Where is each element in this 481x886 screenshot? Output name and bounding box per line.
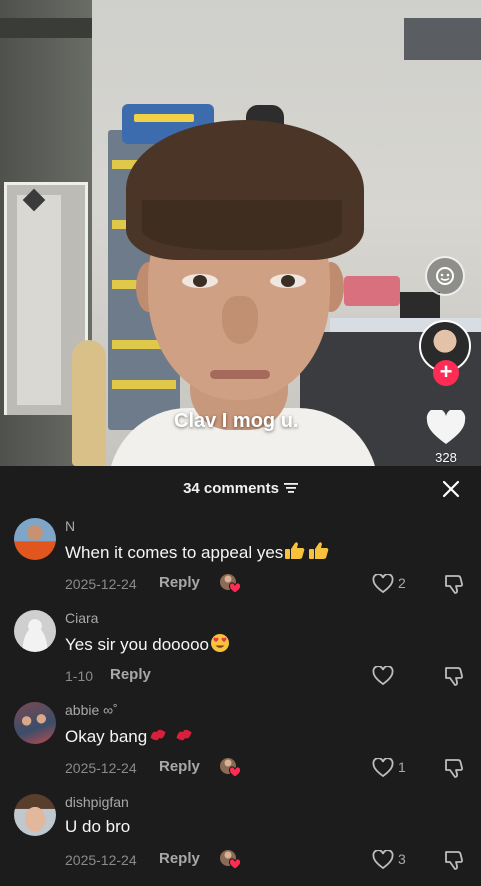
dislike-icon[interactable]: [442, 664, 466, 688]
comment-item: abbie ∞˚ Okay bang 2025-12-24 Reply 1: [0, 702, 481, 794]
video-player[interactable]: Clav I mog u. + 328: [0, 0, 481, 466]
comment-text: U do bro: [65, 817, 131, 836]
comment-like-count: 1: [398, 759, 406, 775]
dislike-icon[interactable]: [442, 572, 466, 596]
heart-icon[interactable]: [372, 757, 394, 778]
creator-liked-icon: [218, 572, 242, 594]
comment-username[interactable]: N: [65, 518, 75, 534]
reply-button[interactable]: Reply: [159, 758, 200, 775]
video-caption: Clav I mog u.: [174, 410, 299, 432]
reply-button[interactable]: Reply: [159, 574, 200, 591]
comment-item: dishpigfan U do bro 2025-12-24 Reply 3: [0, 794, 481, 886]
like-count: 328: [435, 450, 457, 465]
dislike-icon[interactable]: [442, 848, 466, 872]
comment-date: 2025-12-24: [65, 852, 137, 868]
reply-button[interactable]: Reply: [159, 850, 200, 867]
chat-bubble-icon[interactable]: [425, 256, 465, 296]
heart-icon[interactable]: [426, 408, 466, 446]
comment-username[interactable]: Ciara: [65, 610, 98, 626]
comment-date: 1-10: [65, 668, 94, 684]
kiss-mark-emoji: [147, 725, 195, 750]
comment-text: Okay bang: [65, 725, 195, 750]
comment-date: 2025-12-24: [65, 760, 137, 776]
comment-like-count: 3: [398, 851, 406, 867]
close-icon[interactable]: [440, 478, 462, 500]
plus-icon[interactable]: +: [433, 360, 459, 386]
creator-liked-icon: [218, 756, 242, 778]
sort-icon[interactable]: [283, 481, 298, 498]
comment-like-count: 2: [398, 575, 406, 591]
avatar[interactable]: [14, 794, 56, 836]
comment-text: When it comes to appeal yes: [65, 541, 331, 566]
avatar[interactable]: [14, 702, 56, 744]
creator-liked-icon: [218, 848, 242, 870]
heart-icon[interactable]: [372, 849, 394, 870]
heart-eyes-emoji: [209, 633, 231, 658]
heart-icon[interactable]: [372, 573, 394, 594]
reply-button[interactable]: Reply: [110, 666, 151, 683]
comment-item: N When it comes to appeal yes 2025-12-24…: [0, 518, 481, 610]
heart-icon[interactable]: [372, 665, 394, 686]
comment-date: 2025-12-24: [65, 576, 137, 592]
avatar[interactable]: [14, 610, 56, 652]
comments-sheet: 34 comments N When it comes to appeal ye…: [0, 466, 481, 880]
comments-header: 34 comments: [0, 466, 481, 510]
dislike-icon[interactable]: [442, 756, 466, 780]
avatar[interactable]: [14, 518, 56, 560]
comments-title: 34 comments: [0, 480, 481, 498]
comment-text: Yes sir you dooooo: [65, 633, 231, 658]
comment-username[interactable]: abbie ∞˚: [65, 702, 118, 718]
thumbs-up-emoji: [283, 541, 331, 566]
comment-username[interactable]: dishpigfan: [65, 794, 129, 810]
comment-item: Ciara Yes sir you dooooo 1-10 Reply: [0, 610, 481, 702]
